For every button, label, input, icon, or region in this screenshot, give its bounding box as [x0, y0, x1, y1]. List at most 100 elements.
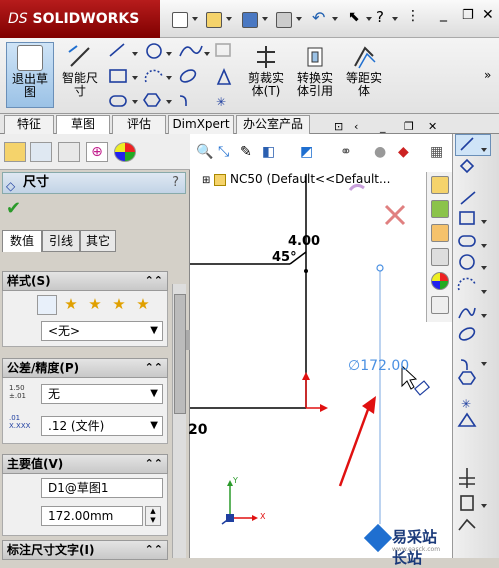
chevron-down-icon[interactable] [192, 17, 198, 21]
dimxpert-manager-icon[interactable]: ⊕ [86, 142, 108, 162]
chevron-down-icon[interactable] [262, 17, 268, 21]
configuration-manager-icon[interactable] [58, 142, 80, 162]
help-button[interactable]: ? [172, 173, 179, 193]
pm-scrollbar[interactable] [172, 284, 186, 558]
select-icon[interactable]: ⬉ [348, 9, 364, 25]
minimize-icon[interactable]: _ [440, 6, 456, 22]
chevron-down-icon[interactable] [226, 17, 232, 21]
dimension-text-left[interactable]: 20 [188, 422, 207, 438]
open-folder-icon[interactable] [206, 12, 222, 28]
dimension-text-top[interactable]: 4.00 [288, 234, 320, 249]
tab-features[interactable]: 特征 [4, 115, 54, 134]
triad-origin [226, 514, 234, 522]
style-group-body: ★ ★ ★ ★ <无> ▼ [2, 291, 168, 347]
dimension-text-angle[interactable]: 45° [272, 250, 297, 265]
chevron-down-icon [132, 76, 138, 80]
tolerance-type-select[interactable]: 无 ▼ [41, 384, 163, 404]
line-tool-icon [109, 43, 125, 57]
pm-subtabs: 数值 引线 其它 [2, 230, 186, 252]
sketch-toolbar-right: ✳ [452, 134, 499, 558]
style-select[interactable]: <无> ▼ [41, 321, 163, 341]
tab-dimxpert[interactable]: DimXpert [168, 115, 234, 134]
style-select-value: <无> [48, 324, 81, 338]
graphics-window-controls: ⊡ ‹ _ ❐ ✕ [332, 120, 450, 134]
chevron-down-icon[interactable] [296, 17, 302, 21]
chevron-down-icon: ▼ [150, 325, 158, 336]
minimize-icon[interactable]: _ [380, 120, 386, 134]
app-logo[interactable]: DS SOLIDWORKS [8, 11, 139, 27]
primary-value-group-header[interactable]: 主要值(V) ⌃⌃ [2, 454, 168, 474]
help-icon[interactable]: ? [376, 8, 392, 26]
tab-evaluate[interactable]: 评估 [112, 115, 166, 134]
scroll-thumb[interactable] [174, 294, 186, 414]
pm-title-text: 尺寸 [23, 175, 50, 190]
convert-entities-button[interactable]: 转换实体引用 [292, 42, 338, 108]
new-document-icon[interactable] [172, 12, 188, 28]
file-explorer-icon[interactable] [431, 224, 449, 242]
print-icon[interactable] [276, 12, 292, 28]
expand-toolbar-icon[interactable]: » [484, 68, 491, 82]
dimension-name-field[interactable]: D1@草图1 [41, 478, 163, 498]
rectangle-icon [459, 211, 475, 225]
resources-icon[interactable] [431, 176, 449, 194]
dimension-text-group-header[interactable]: 标注尺寸文字(I) ⌃⌃ [2, 540, 168, 560]
custom-properties-icon[interactable] [431, 296, 449, 314]
ok-check-icon[interactable]: ✔ [6, 198, 21, 219]
logo-text: SOLIDWORKS [32, 11, 140, 27]
view-palette-icon[interactable] [431, 248, 449, 266]
undo-icon[interactable]: ↶ [312, 8, 328, 27]
primary-value-group-label: 主要值(V) [7, 457, 64, 471]
dimension-selected[interactable]: ∅172.00 [348, 358, 409, 374]
collapse-icon[interactable]: ⌃⌃ [145, 272, 163, 290]
exit-sketch-button[interactable]: 退出草图 [6, 42, 54, 108]
close-icon[interactable]: ✕ [428, 120, 437, 134]
collapse-icon[interactable]: ⌃⌃ [145, 541, 163, 559]
apply-style-icon[interactable] [37, 295, 57, 315]
precision-select[interactable]: .12 (文件) ▼ [41, 416, 163, 436]
save-style-icon[interactable]: ★ [109, 295, 129, 315]
graphics-area[interactable]: 🔍 ⤡ ✎ ◧ ◩ ⚭ ● ◆ ▦ ⊞ NC50 (Default<<Defau… [188, 134, 452, 567]
appearances-icon[interactable] [431, 272, 449, 290]
tab-other[interactable]: 其它 [80, 230, 116, 252]
smart-dimension-button[interactable]: 智能尺寸 [58, 42, 102, 108]
restore-icon[interactable]: ❐ [404, 120, 414, 134]
manager-tabs: ⊕ [0, 134, 190, 170]
options-icon[interactable]: ⋮ [406, 8, 422, 24]
chevron-down-icon[interactable] [392, 17, 398, 21]
feature-manager-icon[interactable] [4, 142, 26, 162]
right-toolbar-icons: ✳ [457, 137, 487, 531]
load-style-icon[interactable]: ★ [133, 295, 153, 315]
tolerance-group-header[interactable]: 公差/精度(P) ⌃⌃ [2, 358, 168, 378]
offset-entities-button[interactable]: 等距实体 [342, 42, 386, 108]
design-library-icon[interactable] [431, 200, 449, 218]
save-icon[interactable] [242, 12, 258, 28]
display-manager-icon[interactable] [114, 142, 136, 162]
close-icon[interactable]: ✕ [482, 7, 498, 23]
watermark-logo-icon [363, 523, 393, 553]
triad-x-label: X [260, 512, 266, 521]
tab-leaders[interactable]: 引线 [42, 230, 80, 252]
restore-icon[interactable]: ❐ [462, 8, 478, 24]
chevron-down-icon [132, 52, 138, 56]
window-tile-icon[interactable]: ⊡ [334, 120, 343, 134]
line-icon [460, 191, 476, 205]
polygon-tool-icon [143, 93, 161, 107]
property-manager-icon[interactable] [30, 142, 52, 162]
tab-value[interactable]: 数值 [2, 230, 42, 252]
collapse-icon[interactable]: ⌃⌃ [145, 359, 163, 377]
dimension-value-field[interactable]: 172.00mm [41, 506, 143, 526]
value-spinner[interactable]: ▲ ▼ [145, 506, 161, 526]
trim-entities-button[interactable]: 剪裁实体(T) [244, 42, 288, 108]
window-prev-icon[interactable]: ‹ [354, 120, 358, 134]
mirror-icon [457, 412, 477, 427]
tab-sketch[interactable]: 草图 [56, 115, 110, 134]
sketch-canvas[interactable] [190, 134, 452, 558]
chevron-down-icon[interactable] [366, 17, 372, 21]
chevron-down-icon[interactable] [332, 17, 338, 21]
delete-style-icon[interactable]: ★ [85, 295, 105, 315]
collapse-icon[interactable]: ⌃⌃ [145, 455, 163, 473]
confirmation-corner[interactable] [348, 183, 406, 226]
add-style-icon[interactable]: ★ [61, 295, 81, 315]
tab-office-products[interactable]: 办公室产品 [236, 115, 310, 134]
style-group-header[interactable]: 样式(S) ⌃⌃ [2, 271, 168, 291]
